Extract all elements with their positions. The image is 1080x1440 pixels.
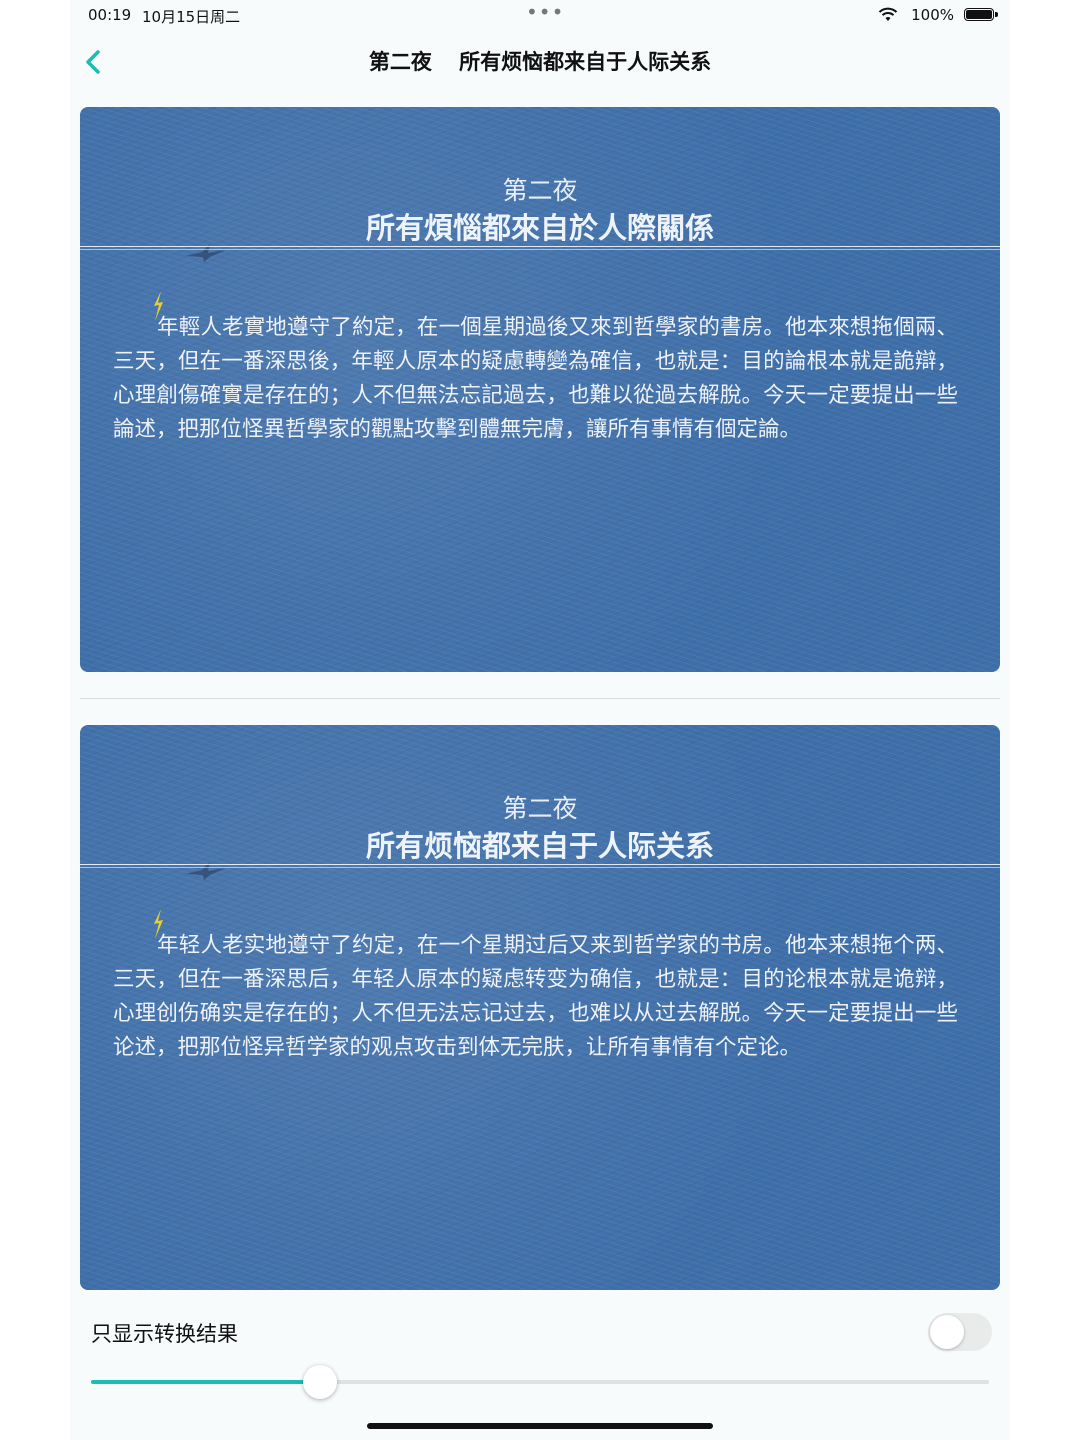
card-body-text: 年輕人老實地遵守了約定，在一個星期過後又來到哲學家的書房。他本來想拖個兩、三天，… [113, 311, 958, 447]
title-divider [80, 864, 1000, 868]
card-subtitle: 第二夜 [502, 794, 578, 823]
card-body-content: 年輕人老實地遵守了約定，在一個星期過後又來到哲學家的書房。他本來想拖個兩、三天，… [113, 315, 958, 442]
section-divider [80, 698, 1000, 699]
status-time: 00:19 [88, 6, 132, 24]
card-subtitle: 第二夜 [502, 176, 578, 205]
card-title: 所有烦恼都来自于人际关系 [365, 829, 714, 863]
page-title-part2: 所有烦恼都来自于人际关系 [459, 50, 712, 74]
converted-text-card: 第二夜 所有烦恼都来自于人际关系 年轻人老实地遵守了约定，在一个星期过后又来到哲… [80, 725, 1000, 1290]
status-date: 10月15日周二 [142, 8, 241, 26]
card-title: 所有煩惱都來自於人際關係 [365, 211, 714, 245]
battery-full-icon [964, 8, 998, 21]
status-bar: 00:19 10月15日周二 ••• 100% [88, 0, 998, 26]
toggle-knob[interactable] [930, 1315, 964, 1349]
show-result-only-toggle[interactable] [928, 1313, 992, 1351]
title-divider [80, 246, 1000, 250]
page-title: 第二夜 所有烦恼都来自于人际关系 [0, 46, 1080, 76]
home-indicator[interactable] [367, 1423, 713, 1429]
original-text-card: 第二夜 所有煩惱都來自於人際關係 年輕人老實地遵守了約定，在一個星期過後又來到哲… [80, 107, 1000, 672]
slider-track[interactable] [91, 1380, 989, 1384]
battery-percent: 100% [911, 6, 954, 24]
card-body-text: 年轻人老实地遵守了约定，在一个星期过后又来到哲学家的书房。他本来想拖个两、三天，… [113, 929, 958, 1065]
wifi-icon [878, 7, 898, 21]
card-body-content: 年轻人老实地遵守了约定，在一个星期过后又来到哲学家的书房。他本来想拖个两、三天，… [113, 933, 958, 1060]
page-title-part1: 第二夜 [368, 50, 432, 74]
multitasking-dots[interactable]: ••• [526, 0, 564, 24]
toggle-label: 只显示转换结果 [91, 1322, 238, 1346]
slider-thumb[interactable] [302, 1365, 337, 1399]
slider-fill [91, 1380, 320, 1384]
